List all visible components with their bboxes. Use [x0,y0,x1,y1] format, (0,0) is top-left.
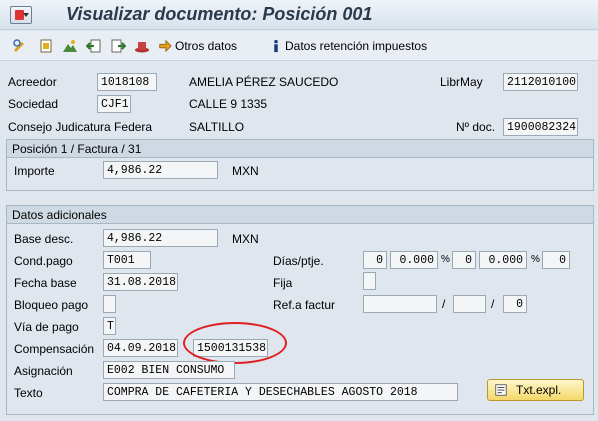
pct1-sign: % [441,254,450,265]
nodoc-field[interactable]: 1900082324 [503,118,578,136]
application-toolbar: Otros datos Datos retención impuestos [0,31,598,61]
title-bar: Visualizar documento: Posición 001 [0,0,598,30]
menu-icon[interactable] [10,6,32,24]
hat-icon[interactable] [134,38,150,54]
position-group: Posición 1 / Factura / 31 [6,139,594,191]
document-icon[interactable] [38,38,54,54]
previous-item-icon[interactable] [86,38,102,54]
pct2-sign: % [531,254,540,265]
otros-datos-button[interactable]: Otros datos [158,35,237,57]
base-desc-field[interactable]: 4,986.22 [103,229,218,247]
fecha-base-field[interactable]: 31.08.2018 [103,273,178,291]
base-desc-label: Base desc. [14,232,74,246]
pct2-field[interactable]: 0.000 [479,251,527,269]
info-icon [274,39,278,53]
acreedor-field[interactable]: 1018108 [97,73,157,91]
arrow-icon [159,39,172,53]
city-text: SALTILLO [189,120,245,134]
via-pago-field[interactable]: T [103,317,116,335]
ref-item-field[interactable]: 0 [503,295,527,313]
next-item-icon[interactable] [110,38,126,54]
fija-checkbox[interactable] [363,272,376,290]
librmay-field[interactable]: 2112010100 [503,73,578,91]
position-title: Posición 1 / Factura / 31 [7,140,593,158]
company-name: Consejo Judicatura Federa [8,120,153,134]
compensacion-label: Compensación [14,342,95,356]
window-title: Visualizar documento: Posición 001 [66,4,373,24]
bloqueo-label: Bloqueo pago [14,298,89,312]
ref-year-field[interactable] [453,295,486,313]
importe-label: Importe [14,164,55,178]
dias2-field[interactable]: 0 [452,251,476,269]
dias3-field[interactable]: 0 [542,251,570,269]
sociedad-label: Sociedad [8,97,59,111]
additional-title: Datos adicionales [7,206,593,224]
sociedad-field[interactable]: CJF1 [97,95,131,113]
asignacion-label: Asignación [14,364,73,378]
txt-expl-button[interactable]: Txt.expl. [487,379,584,401]
asignacion-field[interactable]: E002 BIEN CONSUMO [103,361,235,379]
ref-doc-field[interactable] [363,295,437,313]
via-pago-label: Vía de pago [14,320,79,334]
texto-label: Texto [14,386,43,400]
otros-datos-label: Otros datos [175,39,238,53]
datos-retencion-button[interactable]: Datos retención impuestos [270,35,427,57]
dias1-field[interactable]: 0 [363,251,387,269]
address-text: CALLE 9 1335 [189,97,268,111]
acreedor-label: Acreedor [8,75,57,89]
overview-icon[interactable] [62,38,78,54]
ref-slash-2: / [491,297,495,311]
ref-label: Ref.a factur [273,298,336,312]
fija-label: Fija [273,276,293,290]
bloqueo-field[interactable] [103,295,116,313]
cond-pago-field[interactable]: T001 [103,251,151,269]
nodoc-label: Nº doc. [456,120,496,134]
importe-field[interactable]: 4,986.22 [103,161,218,179]
long-text-icon [495,384,507,396]
cond-pago-label: Cond.pago [14,254,73,268]
librmay-label: LibrMay [440,75,483,89]
dias-label: Días/ptje. [273,254,324,268]
txt-expl-label: Txt.expl. [516,383,562,397]
ref-slash-1: / [442,297,446,311]
highlight-circle [183,322,287,364]
acreedor-name: AMELIA PÉREZ SAUCEDO [189,75,339,89]
datos-retencion-label: Datos retención impuestos [285,39,428,53]
fecha-base-label: Fecha base [14,276,77,290]
compensacion-date-field[interactable]: 04.09.2018 [103,339,178,357]
importe-currency: MXN [232,164,259,178]
texto-field[interactable]: COMPRA DE CAFETERIA Y DESECHABLES AGOSTO… [103,383,458,401]
pct1-field[interactable]: 0.000 [390,251,438,269]
display-change-icon[interactable] [12,38,28,54]
base-desc-currency: MXN [232,232,259,246]
